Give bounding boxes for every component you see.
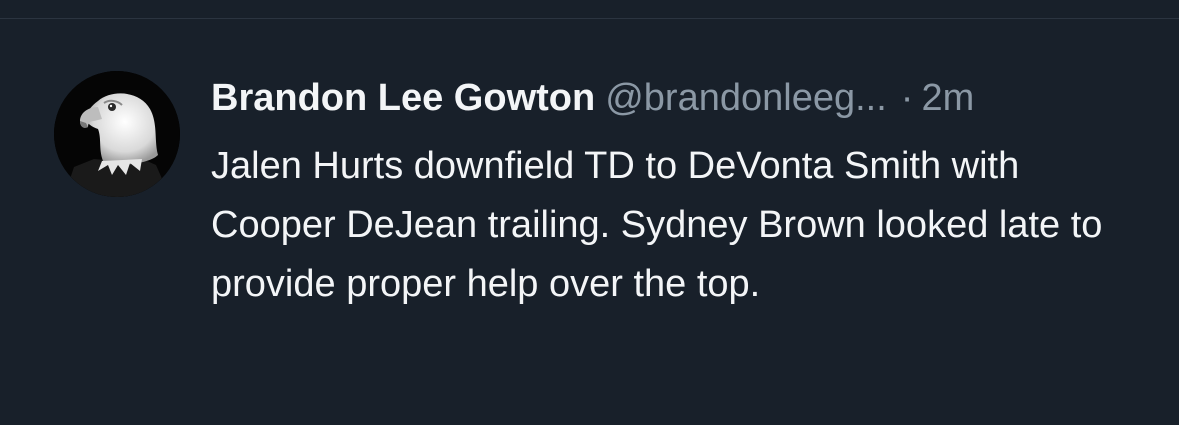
bald-eagle-avatar-icon xyxy=(54,71,180,197)
tweet-timestamp[interactable]: 2m xyxy=(921,77,974,119)
header-separator: · xyxy=(900,77,914,119)
author-handle[interactable]: @brandonleeg... xyxy=(605,77,887,119)
author-name[interactable]: Brandon Lee Gowton xyxy=(211,77,595,119)
avatar[interactable] xyxy=(54,71,180,197)
tweet-text: Jalen Hurts downfield TD to DeVonta Smit… xyxy=(211,145,1103,305)
tweet-card[interactable]: Brandon Lee Gowton @brandonleeg... · 2m Jal… xyxy=(0,19,1179,425)
tweet-header: Brandon Lee Gowton @brandonleeg... · 2m xyxy=(211,75,974,121)
